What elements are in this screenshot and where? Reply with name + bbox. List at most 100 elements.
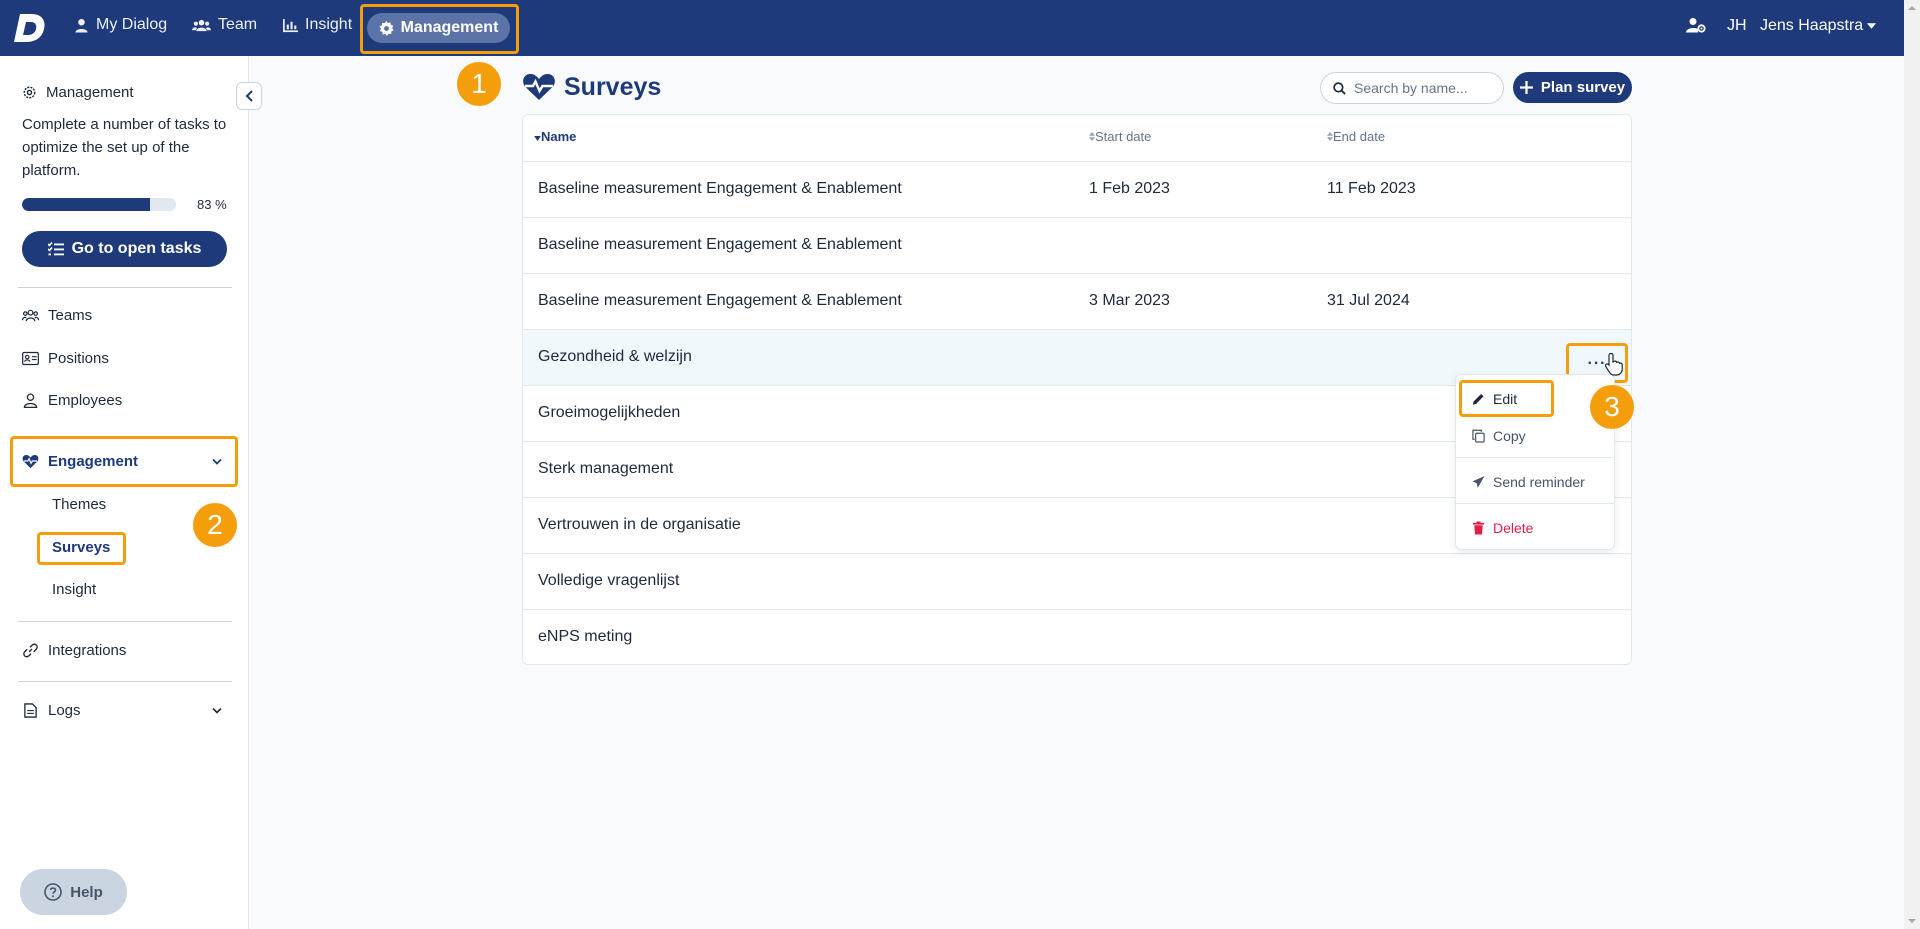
column-header-start-label: Start date	[1095, 129, 1152, 144]
sidebar-label-teams: Teams	[48, 307, 93, 324]
sidebar-item-engagement[interactable]: Engagement	[22, 453, 222, 470]
hand-pointer-icon	[1604, 352, 1623, 376]
column-header-name-label: Name	[541, 129, 577, 144]
gear-icon	[378, 20, 394, 36]
column-header-end-label: End date	[1333, 129, 1386, 144]
user-icon	[75, 18, 88, 33]
menu-item-copy[interactable]: Copy	[1472, 428, 1526, 444]
table-row[interactable]: Baseline measurement Engagement & Enable…	[523, 218, 1631, 274]
nav-insight-label: Insight	[305, 16, 353, 33]
sidebar-divider	[18, 287, 232, 288]
table-row[interactable]: eNPS meting	[523, 610, 1631, 666]
sidebar-management-header: Management	[22, 84, 134, 101]
sidebar-item-themes[interactable]: Themes	[52, 496, 106, 513]
survey-name[interactable]: eNPS meting	[538, 628, 632, 646]
page-title: Surveys	[564, 72, 662, 101]
search-field[interactable]	[1320, 72, 1504, 104]
sidebar-label-positions: Positions	[48, 350, 109, 367]
sidebar-item-positions[interactable]: Positions	[22, 350, 109, 367]
user-menu[interactable]: Jens Haapstra	[1760, 17, 1877, 35]
sidebar-item-surveys[interactable]: Surveys	[52, 539, 110, 556]
nav-team[interactable]: Team	[192, 16, 257, 34]
pencil-icon	[1472, 393, 1484, 405]
survey-start-date: 1 Feb 2023	[1089, 180, 1170, 197]
progress-fill	[22, 198, 150, 211]
menu-send-reminder-label: Send reminder	[1493, 474, 1585, 490]
plan-survey-button[interactable]: Plan survey	[1513, 72, 1632, 103]
user-initials: JH	[1727, 17, 1747, 34]
menu-copy-label: Copy	[1493, 428, 1526, 444]
sort-desc-icon	[534, 136, 541, 141]
page-scrollbar[interactable]	[1904, 0, 1920, 929]
plus-icon	[1519, 81, 1533, 94]
table-row[interactable]: Baseline measurement Engagement & Enable…	[523, 274, 1631, 330]
heart-pulse-icon	[22, 454, 39, 469]
gear-outline-icon	[23, 86, 36, 99]
column-header-start-date[interactable]: Start date	[1089, 129, 1151, 144]
setup-description: Complete a number of tasks to optimize t…	[22, 116, 227, 179]
nav-management-label: Management	[400, 19, 499, 36]
survey-name[interactable]: Baseline measurement Engagement & Enable…	[538, 180, 902, 198]
go-to-open-tasks-label: Go to open tasks	[71, 240, 202, 257]
menu-item-delete[interactable]: Delete	[1472, 520, 1533, 536]
setup-progress-bar	[22, 198, 176, 211]
survey-name[interactable]: Baseline measurement Engagement & Enable…	[538, 292, 902, 310]
search-icon	[1333, 81, 1346, 95]
document-icon	[24, 703, 37, 718]
go-to-open-tasks-button[interactable]: Go to open tasks	[22, 231, 227, 267]
search-input[interactable]	[1354, 80, 1494, 96]
menu-edit-label: Edit	[1493, 391, 1518, 407]
nav-insight[interactable]: Insight	[283, 16, 352, 34]
user-name: Jens Haapstra	[1760, 17, 1864, 34]
users-outline-icon	[22, 309, 39, 322]
column-header-name[interactable]: Name	[534, 129, 576, 144]
menu-item-edit[interactable]: Edit	[1472, 391, 1517, 407]
user-outline-icon	[23, 393, 38, 408]
menu-divider	[1456, 457, 1614, 458]
step-badge-2: 2	[193, 503, 237, 547]
dialog-logo[interactable]	[14, 10, 48, 46]
page-header: Surveys	[522, 72, 661, 102]
nav-management[interactable]: Management	[367, 13, 510, 43]
survey-name[interactable]: Baseline measurement Engagement & Enable…	[538, 236, 902, 254]
sidebar-item-employees[interactable]: Employees	[22, 392, 122, 409]
survey-name[interactable]: Vertrouwen in de organisatie	[538, 516, 741, 534]
sidebar-item-insight[interactable]: Insight	[52, 581, 96, 598]
scroll-up-icon	[1908, 6, 1916, 10]
chevron-down-icon	[212, 458, 222, 465]
question-circle-icon	[44, 883, 63, 901]
link-icon	[23, 643, 38, 658]
collapse-sidebar-button[interactable]	[236, 82, 262, 110]
menu-divider	[1456, 503, 1614, 504]
sidebar-item-logs[interactable]: Logs	[22, 702, 222, 719]
nav-my-dialog[interactable]: My Dialog	[74, 16, 167, 34]
table-row[interactable]: Baseline measurement Engagement & Enable…	[523, 162, 1631, 218]
nav-team-label: Team	[218, 16, 258, 33]
sidebar-item-teams[interactable]: Teams	[22, 307, 92, 324]
sidebar	[0, 56, 249, 929]
scroll-down-icon	[1908, 919, 1916, 923]
chevron-left-icon	[245, 90, 253, 102]
column-header-end-date[interactable]: End date	[1327, 129, 1385, 144]
copy-icon	[1472, 429, 1485, 443]
sidebar-item-integrations[interactable]: Integrations	[22, 642, 126, 659]
top-navigation: My Dialog Team Insight Management JH Jen…	[0, 0, 1904, 56]
list-check-icon	[47, 242, 64, 256]
sidebar-label-engagement: Engagement	[48, 453, 139, 470]
progress-label: 83 %	[197, 197, 227, 212]
help-button[interactable]: Help	[20, 869, 127, 915]
survey-name[interactable]: Gezondheid & welzijn	[538, 348, 692, 366]
menu-item-send-reminder[interactable]: Send reminder	[1472, 474, 1585, 490]
step-badge-1: 1	[457, 62, 501, 106]
paper-plane-icon	[1472, 475, 1485, 488]
survey-end-date: 11 Feb 2023	[1327, 180, 1416, 197]
user-settings-icon[interactable]	[1686, 17, 1706, 38]
sidebar-title: Management	[46, 84, 134, 101]
survey-name[interactable]: Volledige vragenlijst	[538, 572, 679, 590]
sidebar-label-logs: Logs	[48, 702, 81, 719]
survey-name[interactable]: Sterk management	[538, 460, 673, 478]
table-row[interactable]: Volledige vragenlijst	[523, 554, 1631, 610]
survey-end-date: 31 Jul 2024	[1327, 292, 1410, 309]
table-header: Name Start date End date	[523, 115, 1631, 162]
survey-name[interactable]: Groeimogelijkheden	[538, 404, 680, 422]
